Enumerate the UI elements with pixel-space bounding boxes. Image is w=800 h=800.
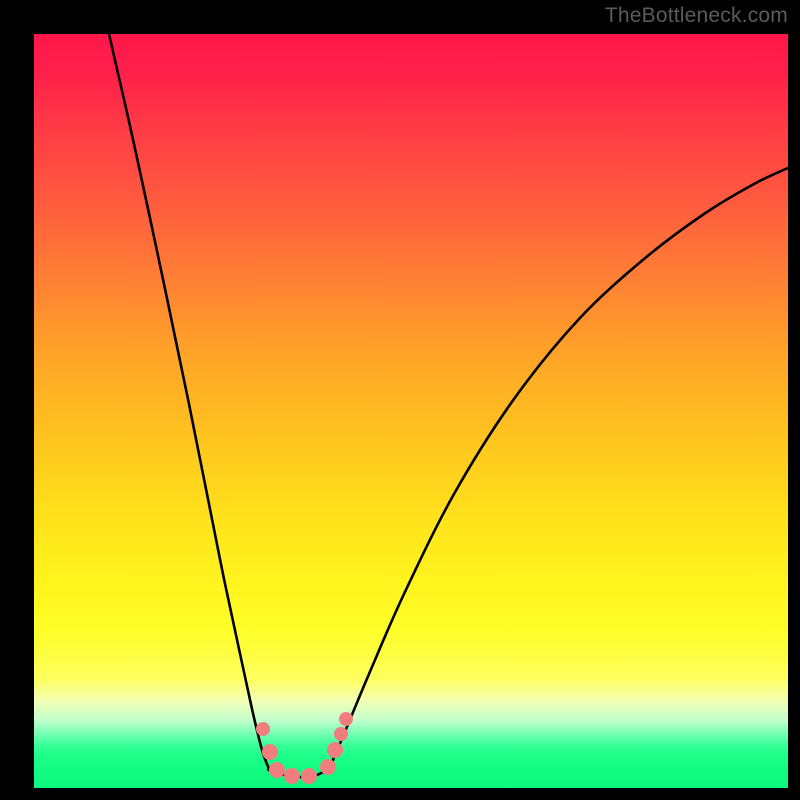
data-point-marker — [269, 762, 285, 778]
data-point-marker — [339, 712, 353, 726]
watermark-text: TheBottleneck.com — [605, 4, 788, 28]
data-point-marker — [284, 768, 300, 784]
data-point-marker — [334, 727, 348, 741]
plot-area — [34, 34, 788, 788]
data-point-marker — [262, 744, 278, 760]
data-point-marker — [301, 768, 317, 784]
curve-line — [109, 34, 788, 777]
bottleneck-curve — [34, 34, 788, 788]
data-point-marker — [320, 759, 336, 775]
data-point-marker — [256, 722, 270, 736]
chart-frame: TheBottleneck.com — [0, 0, 800, 800]
data-point-marker — [327, 742, 343, 758]
